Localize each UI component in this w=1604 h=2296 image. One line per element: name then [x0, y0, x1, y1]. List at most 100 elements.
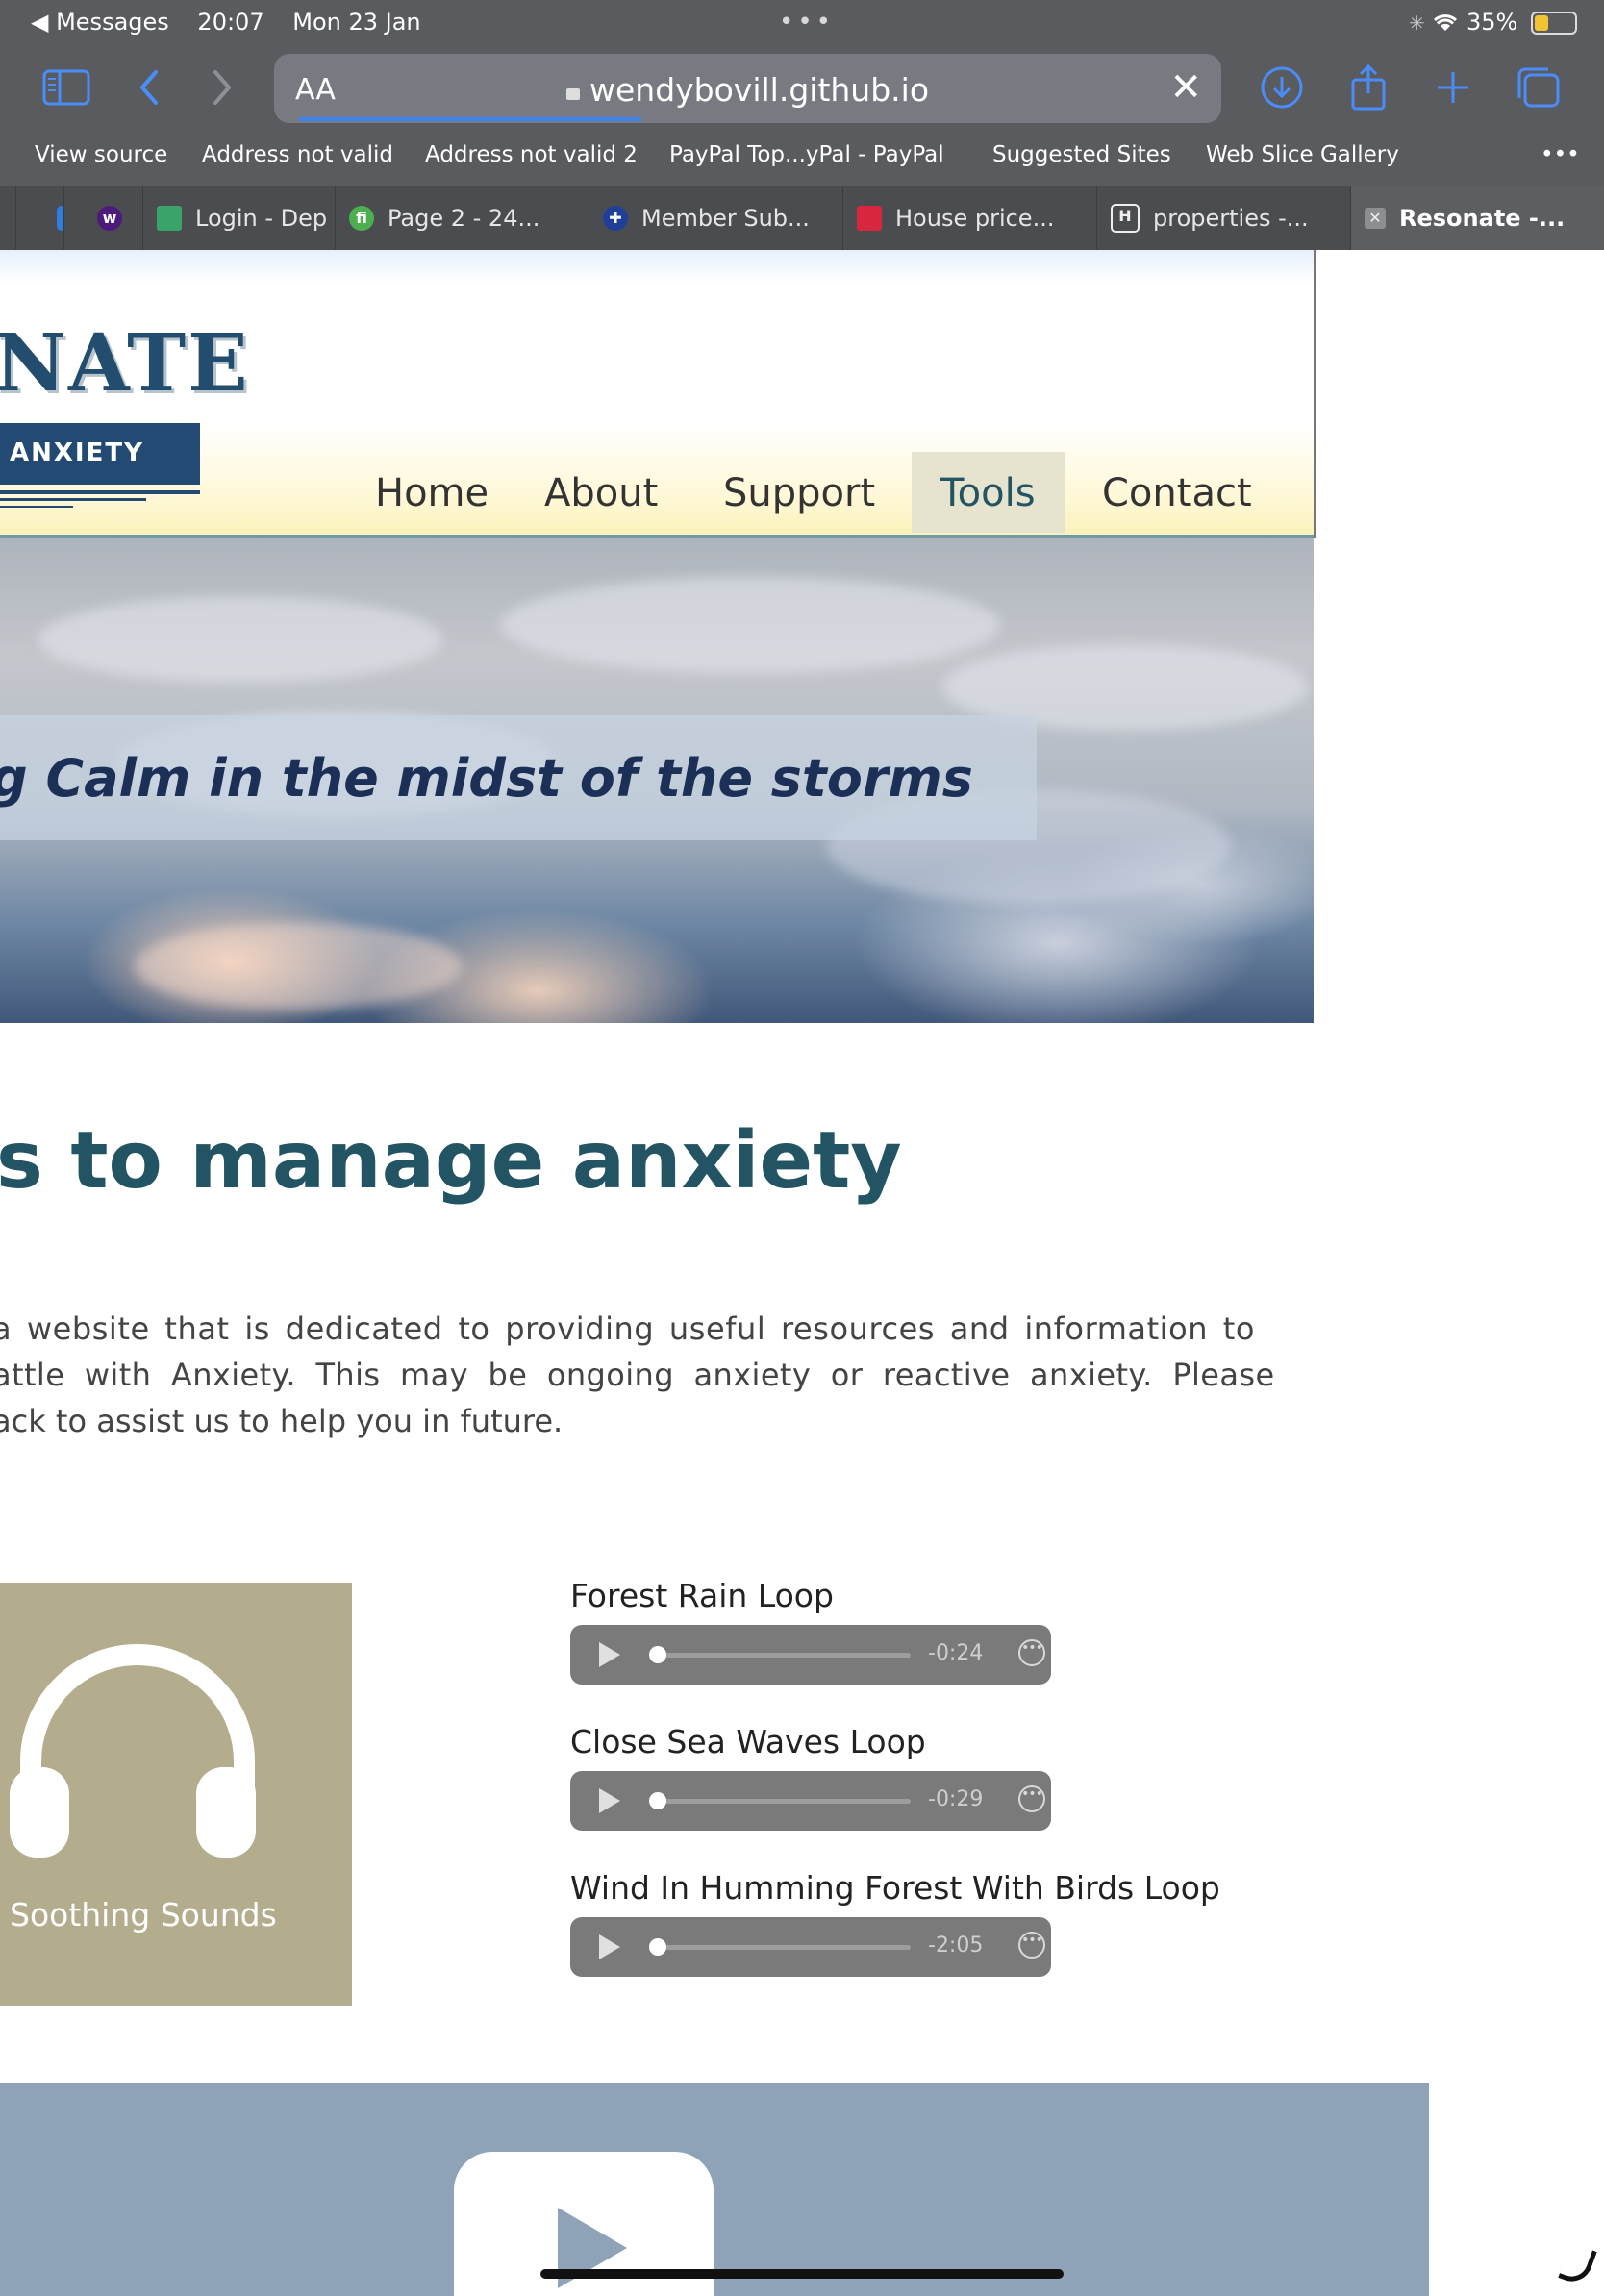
battery-icon: [1531, 12, 1577, 35]
audio-track: Wind In Humming Forest With Birds Loop -…: [570, 1869, 1220, 1977]
tab-favicon: [157, 205, 182, 231]
tab-label: Member Sub...: [641, 204, 810, 232]
favorite-link[interactable]: PayPal Top...yPal - PayPal: [669, 142, 944, 167]
tab-item[interactable]: Login - Dep: [142, 186, 336, 250]
multitasking-dots-icon[interactable]: •••: [779, 8, 835, 37]
tab-item[interactable]: H properties -...: [1096, 186, 1351, 250]
status-bar: ◀ Messages 20:07 Mon 23 Jan ••• ✳ 35%: [0, 0, 1604, 44]
seek-bar[interactable]: [653, 1945, 911, 1950]
close-tab-icon[interactable]: ✕: [1365, 207, 1386, 229]
forward-icon[interactable]: [196, 62, 248, 113]
seek-bar[interactable]: [653, 1799, 911, 1804]
home-indicator[interactable]: [540, 2269, 1064, 2279]
logo-rule: [0, 506, 73, 508]
hero-tagline-band: g Calm in the midst of the storms: [0, 715, 1037, 840]
intro-paragraph: a website that is dedicated to providing…: [0, 1306, 1275, 1444]
safari-toolbar: AA wendybovill.github.io ✕: [0, 50, 1604, 127]
tab-favicon: [857, 205, 882, 231]
status-date: Mon 23 Jan: [292, 9, 421, 36]
tab-item[interactable]: w: [63, 186, 143, 250]
favorites-bar: View source Address not valid Address no…: [0, 135, 1604, 179]
sidebar-toggle-icon[interactable]: [40, 62, 92, 113]
tab-item-active[interactable]: ✕ Resonate -...: [1350, 186, 1604, 250]
intro-line: attle with Anxiety. This may be ongoing …: [0, 1357, 1275, 1393]
wifi-icon: [1432, 9, 1466, 36]
favorite-link[interactable]: Address not valid: [202, 142, 393, 167]
audio-player: -0:24 •••: [570, 1625, 1051, 1685]
audio-track: Forest Rain Loop -0:24 •••: [570, 1577, 1051, 1685]
remaining-time: -0:29: [928, 1787, 984, 1811]
favorite-link[interactable]: Suggested Sites: [992, 142, 1171, 167]
tab-favicon: fi: [349, 205, 374, 231]
web-page: NATE ANXIETY Home About Support Tools Co…: [0, 250, 1604, 2296]
tab-label: House price...: [895, 204, 1055, 232]
status-time: 20:07: [197, 9, 264, 36]
tab-favicon: ✚: [603, 205, 628, 231]
page-title: s to manage anxiety: [0, 1115, 902, 1207]
video-panel: [0, 2083, 1429, 2296]
loading-spinner-icon: ✳: [1408, 12, 1425, 35]
nav-about[interactable]: About: [515, 452, 687, 533]
more-options-icon[interactable]: •••: [1018, 1932, 1045, 1959]
nav-tools[interactable]: Tools: [912, 452, 1065, 533]
track-name: Close Sea Waves Loop: [570, 1723, 926, 1760]
address-bar[interactable]: AA wendybovill.github.io ✕: [274, 54, 1221, 123]
back-icon[interactable]: [123, 62, 175, 113]
tab-item[interactable]: House price...: [842, 186, 1097, 250]
play-icon[interactable]: [599, 1788, 620, 1813]
stop-loading-button[interactable]: ✕: [1169, 65, 1202, 110]
soothing-sounds-card[interactable]: Soothing Sounds: [0, 1583, 352, 2006]
site-logo-band: ANXIETY: [0, 423, 200, 485]
audio-player: -2:05 •••: [570, 1917, 1051, 1977]
favorites-more-icon[interactable]: •••: [1541, 142, 1580, 167]
nav-support[interactable]: Support: [694, 452, 904, 533]
nav-home[interactable]: Home: [346, 452, 517, 533]
more-options-icon[interactable]: •••: [1018, 1639, 1045, 1666]
remaining-time: -2:05: [928, 1934, 984, 1958]
site-logo-title[interactable]: NATE: [0, 317, 250, 410]
hero-tagline: g Calm in the midst of the storms: [0, 748, 973, 809]
seek-handle[interactable]: [649, 1938, 666, 1956]
seek-handle[interactable]: [649, 1792, 666, 1809]
play-icon[interactable]: [599, 1934, 620, 1959]
share-icon[interactable]: [1342, 62, 1394, 113]
favorite-link[interactable]: Web Slice Gallery: [1206, 142, 1399, 167]
battery-percent: 35%: [1466, 9, 1518, 36]
intro-line: ack to assist us to help you in future.: [0, 1403, 564, 1439]
page-load-progress: [299, 117, 641, 121]
tab-label: Login - Dep: [195, 204, 328, 232]
lock-icon: [565, 87, 580, 100]
seek-bar[interactable]: [653, 1653, 911, 1658]
tab-overview-icon[interactable]: [1512, 62, 1564, 113]
headphones-icon: [10, 1644, 256, 1858]
remaining-time: -0:24: [928, 1641, 984, 1665]
tab-label: properties -...: [1153, 204, 1309, 232]
tab-item[interactable]: fi Page 2 - 24...: [335, 186, 589, 250]
back-to-messages-link[interactable]: ◀ Messages: [31, 9, 169, 36]
tab-item[interactable]: [15, 186, 64, 250]
url-host: wendybovill.github.io: [589, 71, 930, 109]
play-icon[interactable]: [599, 1642, 620, 1667]
logo-rule: [0, 490, 200, 494]
tab-favicon: w: [97, 205, 122, 231]
logo-rule: [0, 498, 146, 501]
favorite-link[interactable]: View source: [35, 142, 167, 167]
track-name: Forest Rain Loop: [570, 1577, 834, 1614]
tab-favicon: H: [1111, 203, 1140, 233]
seek-handle[interactable]: [649, 1646, 666, 1663]
downloads-icon[interactable]: [1256, 62, 1308, 113]
tab-label: Page 2 - 24...: [388, 204, 540, 232]
intro-line: a website that is dedicated to providing…: [0, 1310, 1256, 1347]
nav-contact[interactable]: Contact: [1073, 452, 1281, 533]
track-name: Wind In Humming Forest With Birds Loop: [570, 1869, 1220, 1907]
site-header: NATE ANXIETY Home About Support Tools Co…: [0, 250, 1316, 538]
site-logo-subtitle: ANXIETY: [10, 438, 144, 467]
tab-item[interactable]: ✚ Member Sub...: [589, 186, 843, 250]
tab-bar: w Login - Dep fi Page 2 - 24... ✚ Member…: [0, 186, 1604, 250]
audio-track: Close Sea Waves Loop -0:29 •••: [570, 1723, 1051, 1831]
favorite-link[interactable]: Address not valid 2: [425, 142, 638, 167]
browser-chrome: ◀ Messages 20:07 Mon 23 Jan ••• ✳ 35% AA…: [0, 0, 1604, 250]
tab-label: Resonate -...: [1399, 204, 1566, 232]
more-options-icon[interactable]: •••: [1018, 1785, 1045, 1812]
new-tab-icon[interactable]: [1427, 62, 1479, 113]
